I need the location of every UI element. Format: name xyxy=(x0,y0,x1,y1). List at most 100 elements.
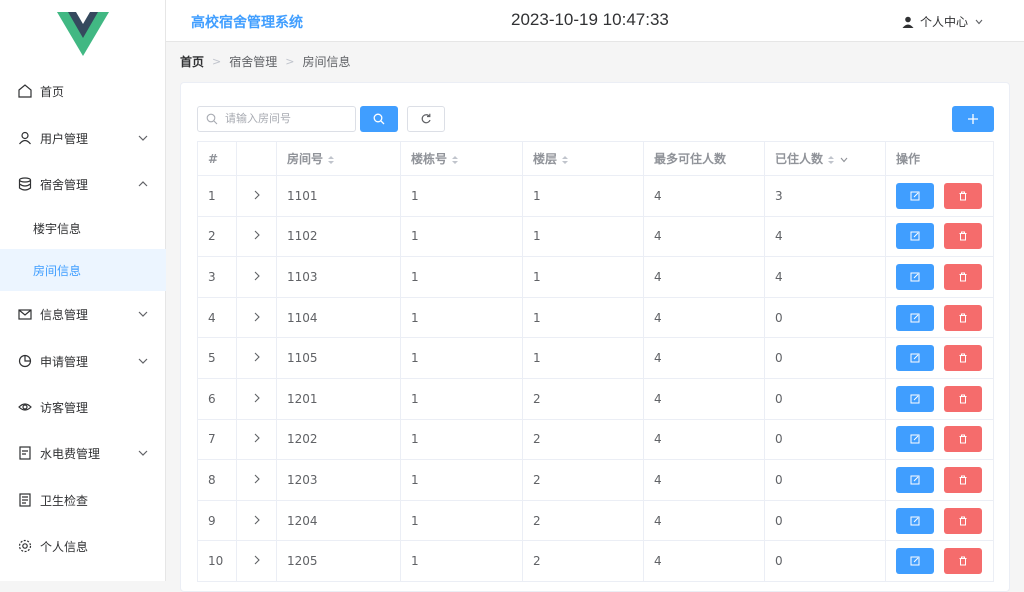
chevron-right-icon[interactable] xyxy=(253,352,261,362)
edit-button[interactable] xyxy=(896,426,934,453)
sidebar-item-label: 访客管理 xyxy=(40,400,89,415)
cell-current-occupancy: 3 xyxy=(764,175,886,217)
edit-button[interactable] xyxy=(896,304,934,331)
user-center-dropdown[interactable]: 个人中心 xyxy=(902,13,984,30)
cell-max-occupancy: 4 xyxy=(643,418,765,461)
edit-button[interactable] xyxy=(896,345,934,372)
cell-room-no: 1204 xyxy=(276,499,401,542)
cell-index: 3 xyxy=(197,256,237,298)
delete-button[interactable] xyxy=(944,223,982,250)
sidebar-item-info[interactable]: 信息管理 xyxy=(0,291,166,337)
chevron-right-icon[interactable] xyxy=(253,393,261,403)
reset-button[interactable] xyxy=(407,106,445,132)
delete-button[interactable] xyxy=(944,304,982,331)
sidebar-item-dorm[interactable]: 宿舍管理 xyxy=(0,161,166,207)
col-max-occupancy: 最多可住人数 xyxy=(643,141,765,176)
edit-button[interactable] xyxy=(896,548,934,575)
sidebar-item-users[interactable]: 用户管理 xyxy=(0,115,166,161)
delete-button[interactable] xyxy=(944,466,982,493)
chevron-right-icon[interactable] xyxy=(253,230,261,240)
sidebar-item-profile[interactable]: 个人信息 xyxy=(0,523,166,569)
sort-icon[interactable] xyxy=(827,155,835,165)
edit-button[interactable] xyxy=(896,223,934,250)
filter-chevron-icon[interactable] xyxy=(839,155,849,165)
sort-icon[interactable] xyxy=(327,155,335,165)
table-row: 2 1102 1 1 4 4 xyxy=(197,215,994,258)
col-floor[interactable]: 楼层 xyxy=(522,141,644,176)
expand-cell xyxy=(236,337,277,379)
cell-floor: 2 xyxy=(522,499,644,542)
add-button[interactable] xyxy=(952,106,994,132)
cell-room-no: 1205 xyxy=(276,540,401,582)
expand-cell xyxy=(236,459,277,501)
edit-button[interactable] xyxy=(896,385,934,412)
cell-index: 6 xyxy=(197,377,237,420)
cell-max-occupancy: 4 xyxy=(643,459,765,501)
pie-chart-icon xyxy=(17,353,33,369)
chevron-down-icon xyxy=(975,19,983,24)
cell-actions xyxy=(885,175,994,217)
sidebar-item-visitor[interactable]: 访客管理 xyxy=(0,384,166,430)
chevron-right-icon[interactable] xyxy=(253,433,261,443)
sidebar-subitem-building[interactable]: 楼宇信息 xyxy=(0,207,166,249)
sort-icon[interactable] xyxy=(451,155,459,165)
col-current-occupancy-label: 已住人数 xyxy=(775,152,824,166)
sidebar: 首页 用户管理 宿舍管理 楼宇信息 房间信息 信息管理 申请管理 访客管理 水电… xyxy=(0,0,166,581)
chevron-right-icon[interactable] xyxy=(253,474,261,484)
edit-button[interactable] xyxy=(896,466,934,493)
delete-button[interactable] xyxy=(944,345,982,372)
delete-button[interactable] xyxy=(944,385,982,412)
sidebar-item-apply[interactable]: 申请管理 xyxy=(0,338,166,384)
chevron-right-icon[interactable] xyxy=(253,190,261,200)
cell-actions xyxy=(885,418,994,461)
cell-index: 10 xyxy=(197,540,237,582)
cell-room-no: 1101 xyxy=(276,175,401,217)
col-room-no[interactable]: 房间号 xyxy=(276,141,401,176)
delete-button[interactable] xyxy=(944,507,982,534)
edit-icon xyxy=(910,434,920,444)
edit-button[interactable] xyxy=(896,263,934,290)
col-building-no[interactable]: 楼栋号 xyxy=(400,141,523,176)
cell-floor: 2 xyxy=(522,418,644,461)
breadcrumb-room: 房间信息 xyxy=(302,55,351,69)
edit-icon xyxy=(910,191,920,201)
table-row: 4 1104 1 1 4 0 xyxy=(197,296,994,339)
sidebar-item-hygiene[interactable]: 卫生检查 xyxy=(0,477,166,523)
cell-building-no: 1 xyxy=(400,459,523,501)
sidebar-subitem-room[interactable]: 房间信息 xyxy=(0,249,166,291)
chevron-right-icon[interactable] xyxy=(253,515,261,525)
chevron-right-icon[interactable] xyxy=(253,271,261,281)
sort-icon[interactable] xyxy=(561,155,569,165)
cell-floor: 1 xyxy=(522,337,644,379)
cell-building-no: 1 xyxy=(400,215,523,258)
breadcrumb-home[interactable]: 首页 xyxy=(180,53,204,70)
trash-icon xyxy=(959,475,967,485)
delete-button[interactable] xyxy=(944,182,982,209)
chevron-right-icon[interactable] xyxy=(253,555,261,565)
cell-floor: 1 xyxy=(522,215,644,258)
search-button[interactable] xyxy=(360,106,398,132)
sidebar-item-utility[interactable]: 水电费管理 xyxy=(0,430,166,476)
app-title: 高校宿舍管理系统 xyxy=(191,15,303,31)
delete-button[interactable] xyxy=(944,426,982,453)
col-expand xyxy=(236,141,277,176)
edit-button[interactable] xyxy=(896,507,934,534)
col-current-occupancy[interactable]: 已住人数 xyxy=(764,141,886,176)
search-input[interactable]: 请输入房间号 xyxy=(197,106,356,132)
chevron-down-icon xyxy=(138,135,148,141)
chevron-right-icon[interactable] xyxy=(253,312,261,322)
room-table: # 房间号 楼栋号 楼层 最多可住人数 已住人数 操作 1 1101 1 1 4 3 2 11… xyxy=(197,141,994,582)
cell-building-no: 1 xyxy=(400,377,523,420)
sidebar-item-label: 用户管理 xyxy=(40,131,89,146)
cell-room-no: 1201 xyxy=(276,377,401,420)
edit-icon xyxy=(910,272,920,282)
cell-index: 1 xyxy=(197,175,237,217)
delete-button[interactable] xyxy=(944,548,982,575)
cell-max-occupancy: 4 xyxy=(643,499,765,542)
edit-button[interactable] xyxy=(896,182,934,209)
sidebar-item-home[interactable]: 首页 xyxy=(0,68,166,114)
delete-button[interactable] xyxy=(944,263,982,290)
trash-icon xyxy=(959,353,967,363)
cell-building-no: 1 xyxy=(400,256,523,298)
breadcrumb: 首页 > 宿舍管理 > 房间信息 xyxy=(180,53,350,70)
